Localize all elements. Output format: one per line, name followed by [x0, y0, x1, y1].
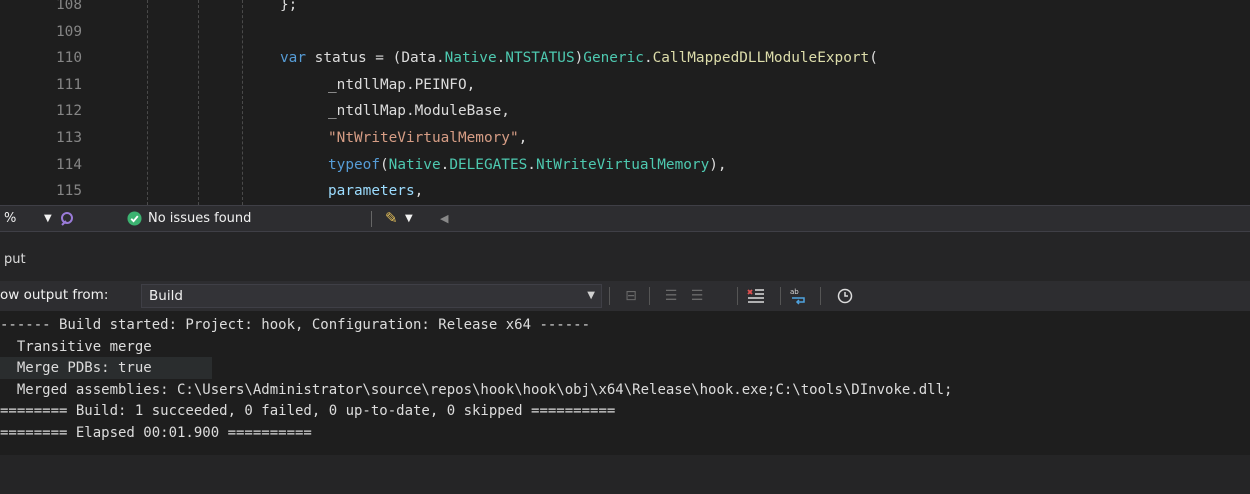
- code-token: ,: [414, 183, 424, 200]
- code-line[interactable]: 113 "NtWriteVirtualMemory",: [0, 127, 1250, 149]
- check-circle-icon: [127, 206, 143, 231]
- code-token: };: [280, 0, 298, 13]
- toolbar-separator: [609, 287, 610, 305]
- code-token: _ntdllMap.ModuleBase,: [328, 103, 510, 120]
- code-line[interactable]: 115 parameters,: [0, 180, 1250, 202]
- output-text-area[interactable]: ------ Build started: Project: hook, Con…: [0, 311, 1250, 494]
- code-token: _ntdllMap.PEINFO,: [328, 76, 476, 93]
- code-line[interactable]: 114 typeof(Native.DELEGATES.NtWriteVirtua…: [0, 154, 1250, 176]
- code-token: (: [869, 50, 878, 67]
- clock-icon[interactable]: [833, 284, 857, 308]
- output-line: ======== Build: 1 succeeded, 0 failed, 0…: [0, 403, 616, 420]
- code-text: parameters,: [328, 180, 423, 202]
- code-text: };: [280, 0, 297, 16]
- code-token: .: [440, 156, 450, 173]
- output-empty-area: [0, 455, 1250, 494]
- zoom-level[interactable]: %: [4, 206, 16, 231]
- output-source-label: ow output from:: [0, 287, 109, 303]
- svg-text:ab: ab: [790, 288, 799, 296]
- line-number: 115: [56, 183, 82, 200]
- code-line[interactable]: 111 _ntdllMap.PEINFO,: [0, 74, 1250, 96]
- scroll-left-icon[interactable]: ◀: [440, 206, 448, 231]
- toolbar-separator: [649, 287, 650, 305]
- line-number: 112: [56, 103, 82, 120]
- status-separator: [371, 211, 372, 227]
- code-token: ): [574, 50, 584, 67]
- code-cleanup-icon[interactable]: ✎: [385, 206, 398, 231]
- code-token: Generic: [583, 50, 644, 67]
- code-line[interactable]: 112 _ntdllMap.ModuleBase,: [0, 100, 1250, 122]
- code-token: DELEGATES: [449, 156, 528, 173]
- code-text: "NtWriteVirtualMemory",: [328, 127, 527, 149]
- output-pane-header: put: [0, 231, 1250, 281]
- code-token: .: [496, 50, 506, 67]
- clear-all-icon[interactable]: [744, 284, 768, 308]
- toolbar-separator: [780, 287, 781, 305]
- zoom-dropdown-icon[interactable]: ▼: [44, 206, 52, 231]
- code-text: typeof(Native.DELEGATES.NtWriteVirtualMe…: [328, 154, 727, 176]
- code-line[interactable]: 109: [0, 21, 1250, 43]
- code-token: "NtWriteVirtualMemory": [328, 130, 519, 146]
- output-line: Merge PDBs: true: [0, 357, 212, 380]
- code-text: _ntdllMap.PEINFO,: [328, 74, 475, 96]
- chevron-down-icon: ▼: [587, 290, 595, 301]
- code-token: ),: [709, 156, 727, 173]
- code-token: parameters: [328, 183, 415, 200]
- output-line: Merged assemblies: C:\Users\Administrato…: [0, 381, 953, 398]
- code-token: NTSTATUS: [505, 50, 575, 67]
- code-token: ,: [518, 130, 528, 146]
- code-token: Data: [401, 50, 436, 67]
- line-number: 108: [56, 0, 82, 13]
- code-line[interactable]: 108};: [0, 0, 1250, 16]
- toolbar-separator: [737, 287, 738, 305]
- code-token: status = (: [306, 50, 402, 67]
- output-title: put: [4, 252, 26, 267]
- output-line: ------ Build started: Project: hook, Con…: [0, 317, 591, 333]
- code-token: .: [527, 156, 536, 173]
- code-text: _ntdllMap.ModuleBase,: [328, 100, 510, 122]
- code-token: (: [379, 156, 389, 173]
- editor-status-strip: % ▼ No issues found ✎ ▼ ◀: [0, 205, 1250, 231]
- issues-status[interactable]: No issues found: [148, 206, 251, 231]
- code-text: var status = (Data.Native.NTSTATUS)Gener…: [280, 47, 878, 69]
- word-wrap-icon[interactable]: ab: [787, 284, 811, 308]
- code-line[interactable]: 110 var status = (Data.Native.NTSTATUS)Ge…: [0, 47, 1250, 69]
- code-token: Native: [388, 156, 441, 173]
- code-token: .: [643, 50, 653, 67]
- line-number: 109: [56, 23, 82, 40]
- code-token: .: [435, 50, 445, 67]
- cleanup-dropdown-icon[interactable]: ▼: [405, 206, 413, 231]
- code-token: CallMappedDLLModuleExport: [652, 50, 870, 67]
- line-number: 110: [56, 50, 82, 67]
- line-number: 111: [56, 76, 82, 93]
- code-token: Native: [444, 50, 497, 67]
- intellicode-icon[interactable]: [58, 206, 80, 231]
- code-token: NtWriteVirtualMemory: [535, 156, 710, 173]
- next-message-icon[interactable]: ☰: [685, 284, 709, 308]
- code-token: typeof: [328, 156, 380, 173]
- output-line: Transitive merge: [0, 338, 152, 355]
- code-editor[interactable]: 108}; 109 110 var status = (Data.Native.NTS…: [0, 0, 1250, 205]
- output-line: ======== Elapsed 00:01.900 ==========: [0, 425, 312, 441]
- output-source-select[interactable]: Build ▼: [141, 284, 602, 308]
- code-token: var: [280, 50, 306, 67]
- line-number: 113: [56, 130, 82, 146]
- find-message-icon[interactable]: ⊟: [619, 284, 643, 308]
- output-source-value: Build: [149, 288, 183, 304]
- line-number: 114: [56, 156, 82, 173]
- output-toolbar: ow output from: Build ▼ ⊟ ☰ ☰ ab: [0, 281, 1250, 311]
- prev-message-icon[interactable]: ☰: [659, 284, 683, 308]
- toolbar-separator: [820, 287, 821, 305]
